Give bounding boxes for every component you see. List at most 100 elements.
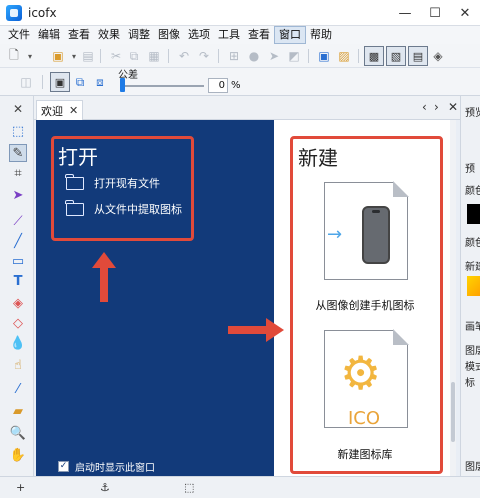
separator: [218, 49, 219, 63]
title-bar: icofx — ☐ ✕: [0, 0, 480, 26]
colors-label: 颜色: [465, 238, 480, 249]
tab-prev-icon[interactable]: ‹: [422, 100, 427, 114]
layers-icon[interactable]: ◈: [430, 48, 446, 64]
menu-window[interactable]: 窗口: [274, 26, 306, 44]
scrollbar-thumb[interactable]: [451, 382, 455, 442]
minimize-button[interactable]: —: [390, 0, 420, 26]
text-tool-icon[interactable]: T: [9, 272, 27, 290]
grid-view-toggle[interactable]: ▧: [386, 46, 406, 66]
folder-image-icon[interactable]: ▨: [336, 48, 352, 64]
paste-icon[interactable]: ▦: [146, 48, 162, 64]
eraser-tool-icon[interactable]: ◇: [9, 314, 27, 332]
menu-image[interactable]: 图像: [154, 27, 184, 43]
preview-label: 预: [465, 164, 475, 175]
add-selection-icon[interactable]: ⧉: [72, 74, 88, 90]
anchor-icon[interactable]: ⚓: [100, 481, 110, 494]
tool-palette: ✕ ⬚ ✎ ⌗ ➤ ⟋ ╱ ▭ T ◈ ◇ 💧 ☝ ⁄ ▰ 🔍 ✋: [0, 96, 34, 476]
cut-icon[interactable]: ✂: [108, 48, 124, 64]
cursor-icon[interactable]: ➤: [266, 48, 282, 64]
tolerance-slider-track[interactable]: [120, 85, 204, 87]
maximize-button[interactable]: ☐: [420, 0, 450, 26]
selection-tool-icon[interactable]: ➤: [9, 186, 27, 204]
colors-panel-title[interactable]: 颜色: [465, 182, 480, 197]
fill-tool-icon[interactable]: ◈: [9, 294, 27, 312]
menu-view[interactable]: 查看: [64, 27, 94, 43]
tab-welcome[interactable]: 欢迎 ✕: [36, 100, 84, 120]
highlight-new-box: [290, 136, 443, 474]
brush-tool-icon[interactable]: ⟋: [9, 212, 27, 230]
marquee-tool-icon[interactable]: ⬚: [9, 122, 27, 140]
eyedropper-tool-icon[interactable]: ⁄: [9, 380, 27, 398]
show-on-startup-label: 启动时显示此窗口: [75, 463, 155, 474]
smudge-tool-icon[interactable]: ☝: [9, 356, 27, 374]
new-color-label: 新建: [465, 262, 480, 273]
window-icon[interactable]: ▣: [316, 48, 332, 64]
app-logo-icon: [6, 4, 22, 21]
highlight-open-box: [51, 136, 194, 241]
copy-icon[interactable]: ⧉: [126, 48, 142, 64]
crop-tool-icon[interactable]: ⌗: [9, 164, 27, 182]
tab-label: 欢迎: [41, 104, 63, 118]
rect-tool-icon[interactable]: ▭: [9, 252, 27, 270]
menu-tools[interactable]: 工具: [214, 27, 244, 43]
separator: [358, 49, 359, 63]
menu-edit[interactable]: 编辑: [34, 27, 64, 43]
tolerance-unit: %: [231, 80, 241, 91]
primary-color-swatch[interactable]: [467, 204, 480, 224]
layer-name-label: 标: [465, 378, 475, 389]
tolerance-slider-thumb[interactable]: [120, 78, 125, 92]
menu-view-2[interactable]: 查看: [244, 27, 274, 43]
layers-footer-title[interactable]: 图层: [465, 458, 480, 473]
layers-panel-title[interactable]: 图层: [465, 342, 480, 357]
tabs-close-icon[interactable]: ✕: [448, 100, 458, 114]
menu-options[interactable]: 选项: [184, 27, 214, 43]
right-docked-panels: 预览 预 颜色 颜色 新建 画笔 图层 模式 标 图层: [460, 96, 480, 476]
annotation-arrow-up: [92, 252, 116, 302]
separator: [42, 75, 43, 89]
dropdown-arrow-icon[interactable]: ▾: [22, 48, 38, 64]
window-controls: — ☐ ✕: [390, 0, 480, 26]
image-icon[interactable]: ◩: [286, 48, 302, 64]
close-panel-icon[interactable]: ✕: [9, 100, 27, 118]
menu-bar: 文件 编辑 查看 效果 调整 图像 选项 工具 查看 窗口 帮助: [0, 26, 480, 44]
open-folder-icon[interactable]: ▣: [50, 48, 66, 64]
redo-icon[interactable]: ↷: [196, 48, 212, 64]
selection-mode-icon[interactable]: ◫: [18, 74, 34, 90]
new-selection-toggle[interactable]: ▣: [50, 72, 70, 92]
show-on-startup-row[interactable]: ✓ 启动时显示此窗口: [58, 459, 155, 474]
separator: [168, 49, 169, 63]
undo-icon[interactable]: ↶: [176, 48, 192, 64]
ruler-tool-icon[interactable]: ▰: [9, 402, 27, 420]
windows-icon[interactable]: ⊞: [226, 48, 242, 64]
selection-size-icon: ⬚: [184, 481, 195, 494]
tolerance-input[interactable]: 0: [208, 78, 228, 93]
right-pane-scrollbar[interactable]: [450, 120, 456, 476]
tab-next-icon[interactable]: ›: [434, 100, 439, 114]
save-icon[interactable]: ▤: [80, 48, 96, 64]
line-tool-icon[interactable]: ╱: [9, 232, 27, 250]
close-button[interactable]: ✕: [450, 0, 480, 26]
menu-adjust[interactable]: 调整: [124, 27, 154, 43]
show-on-startup-checkbox[interactable]: ✓: [58, 461, 69, 472]
subtract-selection-icon[interactable]: ⧈: [92, 74, 108, 90]
menu-file[interactable]: 文件: [4, 27, 34, 43]
checker-view-toggle[interactable]: ▩: [364, 46, 384, 66]
apple-icon[interactable]: ●: [246, 48, 262, 64]
zoom-tool-icon[interactable]: 🔍: [9, 424, 27, 442]
menu-help[interactable]: 帮助: [306, 27, 336, 43]
window-title: icofx: [28, 5, 57, 20]
preview-panel-title[interactable]: 预览: [465, 104, 480, 119]
brush-panel-title[interactable]: 画笔: [465, 318, 480, 333]
hand-tool-icon[interactable]: ✋: [9, 446, 27, 464]
magic-wand-tool-icon[interactable]: ✎: [9, 144, 27, 162]
tab-close-icon[interactable]: ✕: [69, 104, 78, 117]
add-icon[interactable]: +: [16, 481, 25, 494]
blur-tool-icon[interactable]: 💧: [9, 334, 27, 352]
separator: [100, 49, 101, 63]
gradient-swatch[interactable]: [467, 276, 480, 296]
menu-effects[interactable]: 效果: [94, 27, 124, 43]
status-bar: + ⚓ ⬚: [0, 476, 480, 498]
new-file-icon[interactable]: 🗋: [6, 48, 22, 64]
preview-toggle[interactable]: ▤: [408, 46, 428, 66]
separator: [308, 49, 309, 63]
